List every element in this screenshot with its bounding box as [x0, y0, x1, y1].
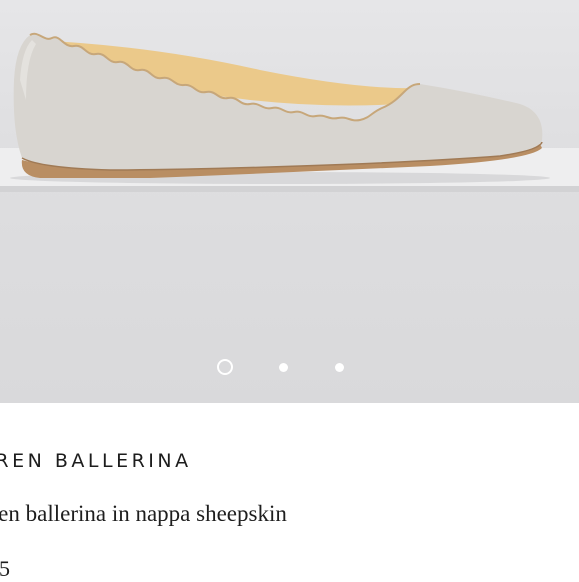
shelf-edge [0, 186, 579, 192]
carousel-dot-2[interactable] [279, 363, 288, 372]
product-info: UREN BALLERINA uren ballerina in nappa s… [0, 403, 579, 581]
product-price: 95 [0, 556, 10, 581]
carousel-pagination [0, 358, 579, 382]
carousel-dot-1[interactable] [217, 359, 233, 375]
product-description: uren ballerina in nappa sheepskin [0, 501, 287, 526]
product-image-gallery[interactable] [0, 0, 579, 403]
product-name: UREN BALLERINA [0, 450, 192, 472]
carousel-dot-3[interactable] [335, 363, 344, 372]
shoe-image [0, 32, 579, 192]
